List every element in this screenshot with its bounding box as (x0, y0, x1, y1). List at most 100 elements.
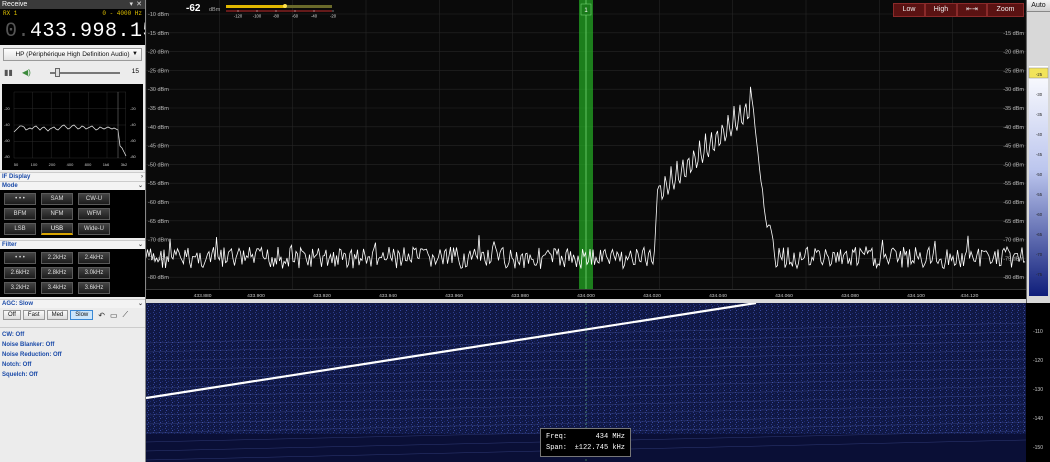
filter-header[interactable]: Filter ⌄ (0, 240, 145, 249)
contrast-tick: -50 (1036, 172, 1043, 177)
db-label-right: -65 dBm (1003, 219, 1024, 225)
filter-button-3-6khz[interactable]: 3.6kHz (78, 282, 110, 294)
db-label-left: -75 dBm (148, 256, 169, 262)
mode-button-wfm[interactable]: WFM (78, 208, 110, 220)
meter-tick: -120 (234, 14, 243, 19)
tooltip-freq-label: Freq: (546, 433, 568, 441)
filter-button-3-2khz[interactable]: 3.2kHz (4, 282, 36, 294)
fit-button[interactable]: ⇤⇥ (957, 3, 987, 17)
mode-button-sam[interactable]: SAM (41, 193, 73, 205)
volume-value: 15 (131, 68, 139, 75)
meter-tick: -100 (253, 14, 262, 19)
db-label-right: -40 dBm (1003, 125, 1024, 131)
mode-button-usb[interactable]: USB (41, 223, 73, 235)
signal-strength-unit: dBm (209, 7, 221, 13)
filter-button-2-4khz[interactable]: 2.4kHz (78, 252, 110, 264)
zoom-button-label: Zoom (996, 6, 1015, 13)
audio-device-label: HP (Périphérique High Definition Audio) (15, 51, 130, 58)
filter-button-3-4khz[interactable]: 3.4kHz (41, 282, 73, 294)
mode-button-lsb[interactable]: LSB (4, 223, 36, 235)
contrast-tick: -40 (1036, 132, 1043, 137)
low-button[interactable]: Low (893, 3, 925, 17)
option-noise-reduction[interactable]: Noise Reduction: Off (0, 350, 145, 360)
freq-label: 434.040 (709, 293, 727, 299)
option-notch[interactable]: Notch: Off (0, 360, 145, 370)
agc-button-off[interactable]: Off (3, 310, 21, 320)
mode-header[interactable]: Mode ⌄ (0, 181, 145, 190)
zoom-button[interactable]: Zoom (987, 3, 1024, 17)
filter-button-2-6khz[interactable]: 2.6kHz (4, 267, 36, 279)
meter-tick: -40 (311, 14, 318, 19)
if-display-header[interactable]: IF Display › (0, 172, 145, 181)
option-cw[interactable]: CW: Off (0, 330, 145, 340)
tooltip-span-label: Span: (546, 444, 568, 452)
pin-icon[interactable]: ▾ (129, 0, 133, 9)
auto-button[interactable]: Auto (1027, 0, 1050, 12)
undo-icon[interactable]: ↶ (98, 311, 105, 320)
volume-slider-track[interactable] (50, 72, 120, 74)
db-label-left: -30 dBm (148, 87, 169, 93)
freq-label: 433.880 (194, 293, 212, 299)
mode-button-cw-u[interactable]: CW-U (78, 193, 110, 205)
mini-x-tick: 100 (31, 162, 38, 167)
mode-button-nfm[interactable]: NFM (41, 208, 73, 220)
filter-button-2-2khz[interactable]: 2.2kHz (41, 252, 73, 264)
low-button-label: Low (902, 6, 916, 13)
option-noise-blanker[interactable]: Noise Blanker: Off (0, 340, 145, 350)
mode-button-bfm[interactable]: BFM (4, 208, 36, 220)
bar-chart-icon[interactable]: ▮▮ (4, 68, 13, 77)
freq-label: 434.060 (775, 293, 793, 299)
panel-title: Receive (2, 1, 28, 8)
contrast-tick: -25 (1036, 72, 1043, 77)
audio-device-select[interactable]: HP (Périphérique High Definition Audio) … (3, 48, 142, 61)
mini-y-tick-right: -80 (130, 154, 137, 159)
agc-button-med[interactable]: Med (46, 310, 69, 320)
mini-x-tick: 1k6 (103, 162, 110, 167)
window-icon[interactable]: ▭ (110, 311, 118, 320)
filter-button-grid: • • • 2.2kHz 2.4kHz 2.6kHz 2.8kHz 3.0kHz 3.2kH… (0, 249, 145, 297)
mini-x-tick: 800 (85, 162, 92, 167)
contrast-tick: -55 (1036, 192, 1043, 197)
mini-x-tick: 3k2 (121, 162, 128, 167)
frequency-prefix: 0. (5, 20, 31, 43)
db-label-left: -25 dBm (148, 68, 169, 74)
db-label-left: -65 dBm (148, 219, 169, 225)
signal-meter: -120 -100 -80 -60 -40 -20 (226, 4, 336, 19)
mini-y-tick-left: -40 (4, 122, 11, 127)
contrast-tick: -60 (1036, 212, 1043, 217)
filter-button-2-8khz[interactable]: 2.8kHz (41, 267, 73, 279)
tooltip-freq-value: 434 MHz (595, 433, 625, 441)
agc-label: AGC: Slow (2, 301, 33, 307)
freq-label: 434.000 (577, 293, 595, 299)
mini-y-tick-right: -60 (130, 138, 137, 143)
frequency-display[interactable]: 0.433.998.150 (0, 19, 145, 45)
mode-button-wide-u[interactable]: Wide-U (78, 223, 110, 235)
agc-button-fast[interactable]: Fast (22, 310, 45, 320)
rx-range: 0 - 4000 Hz (102, 10, 142, 17)
agc-button-row: Off Fast Med Slow ↶ ▭ ⟋ (0, 308, 145, 322)
rx-bar: RX 1 0 - 4000 Hz (0, 9, 145, 19)
chart-icon[interactable]: ⟋ (123, 310, 129, 320)
option-squelch[interactable]: Squelch: Off (0, 370, 145, 380)
speaker-icon[interactable]: ◀) (22, 68, 31, 77)
mode-button-more[interactable]: • • • (4, 193, 36, 205)
filter-button-more[interactable]: • • • (4, 252, 36, 264)
tooltip-span-value: ±122.745 kHz (574, 444, 625, 452)
freq-label: 434.100 (907, 293, 925, 299)
agc-header[interactable]: AGC: Slow ⌄ (0, 299, 145, 308)
mini-x-tick: 400 (67, 162, 74, 167)
db-label-right: -70 dBm (1003, 238, 1024, 244)
agc-button-slow[interactable]: Slow (70, 310, 94, 320)
spectrum-display[interactable]: 1 -10 dBm-15 dBm-20 dBm-25 dBm-30 dBm-35… (146, 0, 1026, 289)
contrast-tick: -75 (1036, 272, 1043, 277)
close-icon[interactable]: ✕ (136, 0, 142, 9)
db-label-left: -70 dBm (148, 238, 169, 244)
contrast-slider[interactable]: -25 -30 -35 -40 -45 -50 -55 -60 -65 -70 -75 (1027, 66, 1050, 296)
high-button[interactable]: High (925, 3, 957, 17)
mode-button-grid: • • • SAM CW-U BFM NFM WFM LSB USB Wide-U (0, 190, 145, 238)
volume-slider-thumb[interactable] (55, 68, 60, 77)
filter-button-3-0khz[interactable]: 3.0kHz (78, 267, 110, 279)
freq-label: 433.900 (247, 293, 265, 299)
db-label-right: -30 dBm (1003, 87, 1024, 93)
freq-label: 433.960 (445, 293, 463, 299)
